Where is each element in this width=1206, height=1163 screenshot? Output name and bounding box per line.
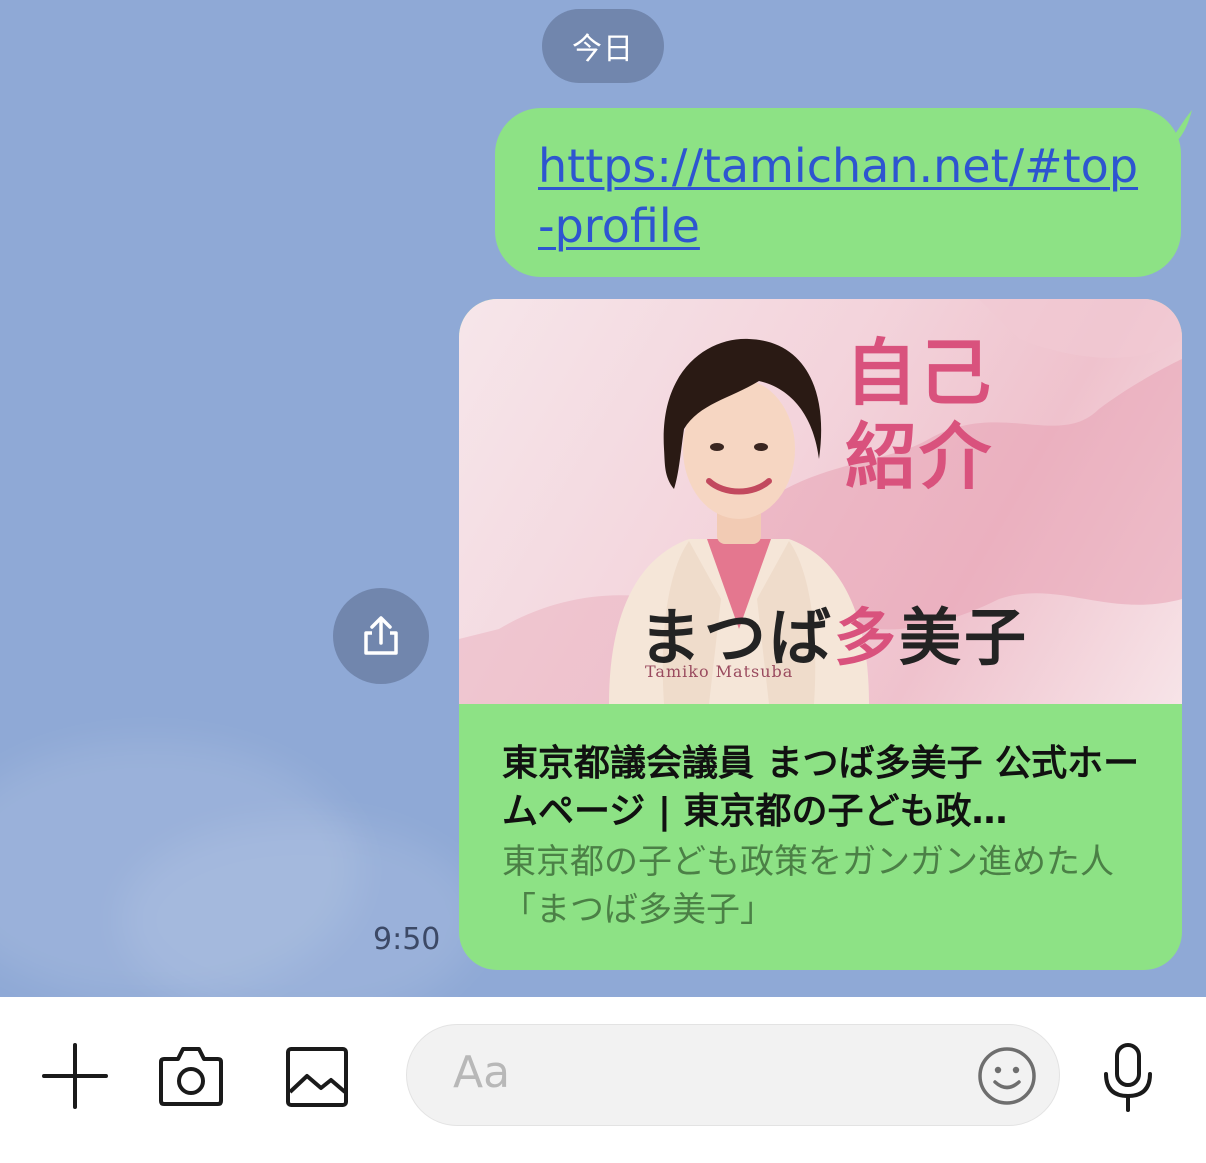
- message-link[interactable]: https://tamichan.net/#top-profile: [538, 136, 1151, 256]
- plus-button[interactable]: [40, 1041, 110, 1111]
- link-preview-image[interactable]: 自己紹介 まつば多美子 Tamiko Matsuba: [459, 299, 1182, 704]
- message-input[interactable]: Aa: [406, 1024, 1060, 1126]
- camera-button[interactable]: [156, 1043, 226, 1109]
- microphone-icon: [1104, 1043, 1152, 1112]
- image-heading: 自己紹介: [844, 331, 993, 499]
- share-icon: [364, 616, 398, 655]
- link-preview-card[interactable]: 自己紹介 まつば多美子 Tamiko Matsuba 東京都議会議員 まつば多美…: [459, 299, 1182, 970]
- link-preview-text[interactable]: 東京都議会議員 まつば多美子 公式ホームページ | 東京都の子ども政… 東京都の…: [459, 704, 1182, 934]
- plus-icon: [42, 1043, 108, 1109]
- image-name-romaji: Tamiko Matsuba: [645, 662, 794, 681]
- image-icon: [286, 1047, 348, 1107]
- link-preview-description: 東京都の子ども政策をガンガン進めた人「まつば多美子」: [502, 842, 1114, 930]
- bubble-tail: [1160, 110, 1192, 150]
- emoji-button[interactable]: [977, 1046, 1037, 1106]
- date-separator: 今日: [542, 9, 664, 83]
- message-timestamp: 9:50: [373, 922, 441, 957]
- message-bubble[interactable]: https://tamichan.net/#top-profile: [495, 108, 1181, 277]
- emoji-icon: [978, 1047, 1036, 1105]
- camera-icon: [159, 1047, 223, 1106]
- share-button[interactable]: [333, 588, 429, 684]
- input-toolbar: Aa: [0, 997, 1206, 1163]
- message-input-placeholder: Aa: [453, 1047, 511, 1098]
- image-name-part2: 美子: [899, 601, 1030, 674]
- voice-button[interactable]: [1100, 1041, 1156, 1115]
- gallery-button[interactable]: [283, 1044, 351, 1110]
- image-name-accent: 多: [834, 601, 900, 674]
- link-preview-title: 東京都議会議員 まつば多美子 公式ホームページ | 東京都の子ども政…: [502, 743, 1140, 832]
- chat-area: 今日 https://tamichan.net/#top-profile 自己紹…: [0, 0, 1206, 997]
